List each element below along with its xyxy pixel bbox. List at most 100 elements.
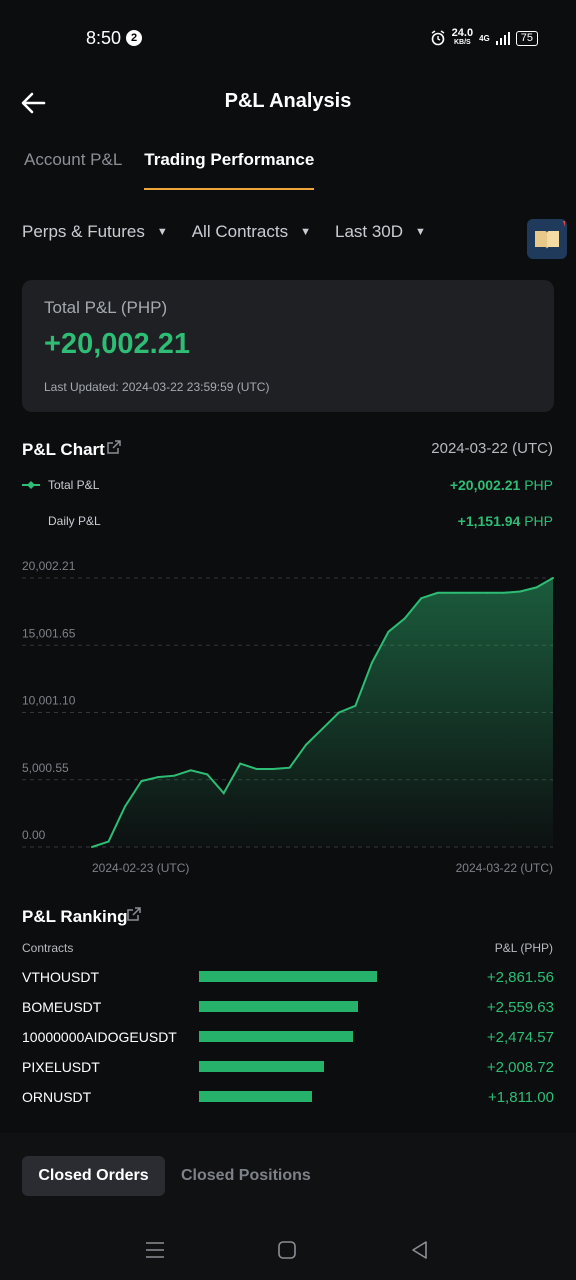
ranking-row[interactable]: ORNUSDT +1,811.00 [22,1087,554,1109]
pnl-ranking-title: P&L Ranking [22,907,127,927]
signal-icon [495,31,510,45]
page-title: P&L Analysis [224,90,352,112]
pnl-data-point [156,776,159,779]
ranking-row[interactable]: BOMEUSDT +2,559.63 [22,997,554,1019]
speed-value: 24.0 [451,27,474,39]
status-time: 8:50 [86,28,122,48]
pnl-data-point [123,805,126,808]
pnl-data-point [305,743,308,746]
pnl-data-point [255,767,258,770]
filter-bar: Perps & Futures ▼ All Contracts ▼ Last 30D… [22,222,426,242]
pnl-data-point [189,769,192,772]
pnl-data-point [519,590,522,593]
y-tick-label: 20,002.21 [22,560,76,573]
contract-pnl-value: +1,811.00 [487,1089,554,1106]
pnl-chart-title-text: P&L Chart [22,440,105,459]
contract-pnl-value: +2,861.56 [486,969,554,986]
contract-pnl-value: +2,559.63 [486,999,554,1016]
pnl-data-point [370,661,373,664]
x-axis-label: 2024-03-22 (UTC) [456,861,553,875]
y-tick-label: 0.00 [22,828,46,842]
pnl-bar [199,1061,324,1072]
total-pnl-label: Total P&L (PHP) [44,298,168,317]
external-link-icon[interactable] [126,906,142,922]
contract-name: BOMEUSDT [22,999,102,1015]
legend-daily-currency: PHP [524,513,553,529]
tab-closed-positions[interactable]: Closed Positions [181,1156,311,1196]
contract-name: 10000000AIDOGEUSDT [22,1029,177,1045]
caret-down-icon: ▼ [156,226,168,238]
contract-name: ORNUSDT [22,1089,92,1105]
y-tick-label: 15,001.65 [22,626,76,640]
pnl-data-point [552,577,554,579]
tab-trading-performance[interactable]: Trading Performance [144,150,315,190]
tab-closed-orders[interactable]: Closed Orders [22,1156,165,1196]
pnl-bar [199,1001,359,1012]
caret-down-icon: ▼ [300,226,311,238]
guide-book-icon[interactable] [527,219,567,259]
legend-daily-label: Daily P&L [48,514,101,528]
contracts-filter[interactable]: All Contracts ▼ [192,222,311,242]
book-icon [535,221,565,249]
network-speed: 24.0 KB/S [452,28,473,48]
x-axis-labels: 2024-02-23 (UTC) 2024-03-22 (UTC) [92,861,553,875]
pnl-data-point [469,591,472,594]
recent-apps-icon[interactable] [143,1238,167,1262]
total-pnl-value: +20,002.21 [44,328,190,360]
pnl-data-point [222,792,225,795]
back-nav-icon[interactable] [407,1238,431,1262]
pnl-area-chart[interactable]: 20,002.2115,001.6510,001.105,000.550.00 … [0,560,576,890]
y-tick-label: 5,000.55 [22,761,69,775]
pnl-data-point [91,846,93,848]
contract-pnl-value: +2,474.57 [486,1029,554,1046]
tab-account-pnl[interactable]: Account P&L [24,150,122,190]
last-updated: Last Updated: 2024-03-22 23:59:59 (UTC) [44,380,270,394]
pnl-data-point [420,597,423,600]
pnl-data-point [288,766,291,769]
pnl-bar [199,1091,312,1102]
pnl-data-point [206,773,209,776]
legend-total-amount: +20,002.21 [449,477,521,493]
pnl-data-point [436,591,439,594]
period-filter-label: Last 30D [334,222,404,241]
pnl-data-point [502,591,505,594]
home-icon[interactable] [275,1238,299,1262]
pnl-chart-title: P&L Chart [22,440,105,460]
contract-name: PIXELUSDT [22,1059,100,1075]
legend-total-label: Total P&L [48,478,100,492]
pnl-data-point [321,727,324,730]
contract-pnl-value: +2,008.72 [486,1059,554,1076]
legend-daily-amount: +1,151.94 [457,513,521,529]
pnl-data-point [387,630,390,633]
pnl-data-point [354,704,357,707]
product-filter-label: Perps & Futures [22,222,145,241]
pnl-data-point [173,774,176,777]
legend-total-value: +20,002.21 PHP [450,477,553,493]
ranking-row[interactable]: 10000000AIDOGEUSDT +2,474.57 [22,1027,554,1049]
caret-down-icon: ▼ [415,226,426,238]
product-filter[interactable]: Perps & Futures ▼ [22,222,168,242]
col-contracts: Contracts [22,941,74,955]
status-icons: 24.0 KB/S 4G 75 [430,28,538,48]
y-tick-label: 10,001.10 [22,694,76,708]
external-link-icon[interactable] [106,439,122,455]
pnl-data-point [272,767,275,770]
legend-line-icon [22,481,40,489]
pnl-data-point [486,591,489,594]
legend-total-currency: PHP [524,477,553,493]
pnl-data-point [107,840,110,843]
pnl-bar [199,1031,353,1042]
speed-unit: KB/S [454,39,471,46]
ranking-row[interactable]: PIXELUSDT +2,008.72 [22,1057,554,1079]
ranking-row[interactable]: VTHOUSDT +2,861.56 [22,967,554,989]
pnl-data-point [453,591,456,594]
pnl-data-point [535,586,538,589]
pnl-data-point [140,780,143,783]
y-axis-ticks: 20,002.21 15,001.65 10,001.10 5,000.55 0.00 [22,560,76,842]
pnl-data-point [403,617,406,620]
chart-date: 2024-03-22 (UTC) [431,440,553,457]
legend-daily-value: +1,151.94 PHP [458,513,553,529]
period-filter[interactable]: Last 30D ▼ [335,222,426,242]
pnl-data-point [239,762,242,765]
pnl-bar [199,971,377,982]
